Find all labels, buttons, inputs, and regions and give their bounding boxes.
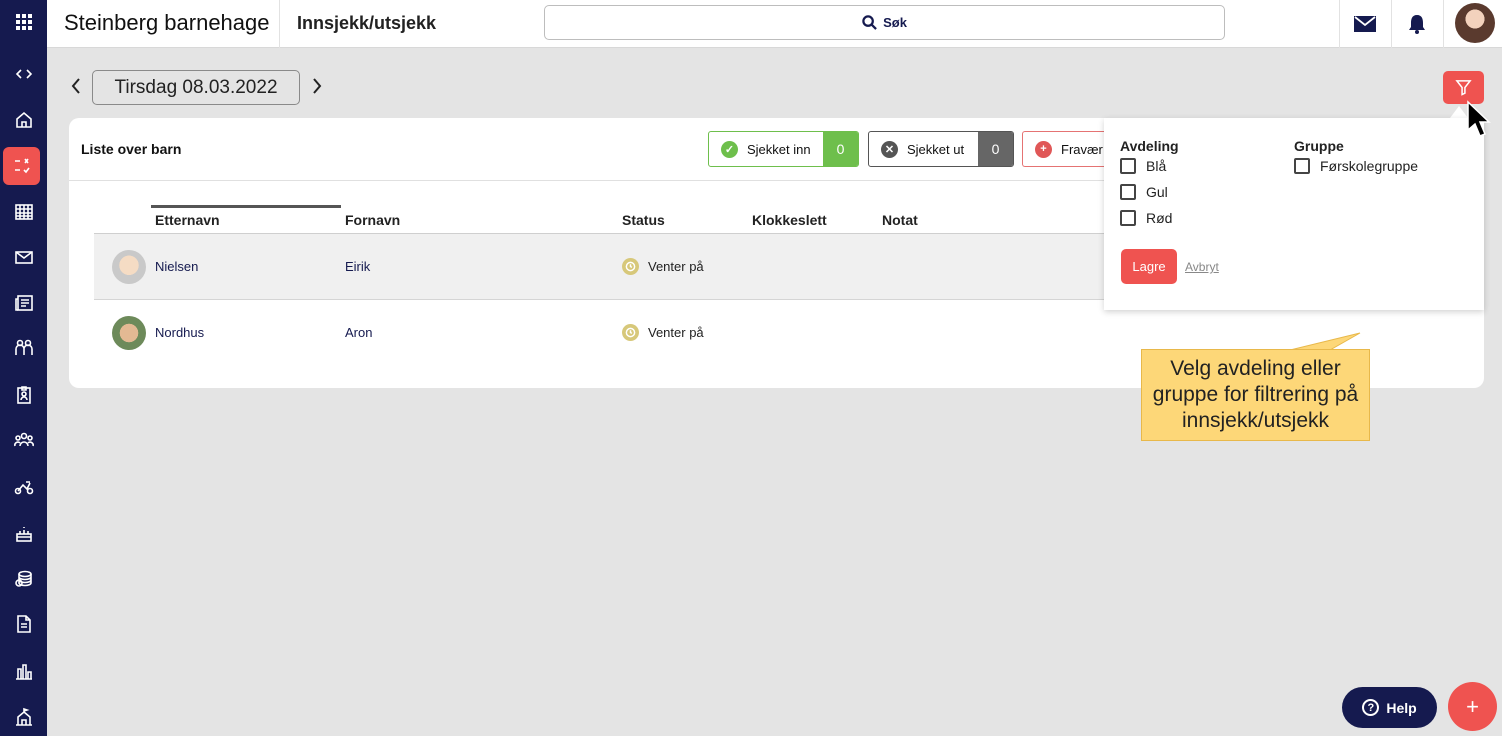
filter-icon — [1455, 80, 1472, 96]
column-header-status[interactable]: Status — [622, 212, 665, 228]
absent-filter[interactable]: + Fravær — [1022, 131, 1112, 167]
cancel-link[interactable]: Avbryt — [1185, 260, 1219, 274]
org-name: Steinberg barnehage — [64, 10, 270, 35]
group-heading: Gruppe — [1294, 138, 1344, 154]
mail-icon[interactable] — [0, 240, 47, 274]
children-icon[interactable] — [0, 331, 47, 365]
last-name-cell: Nordhus — [155, 325, 205, 340]
chart-icon[interactable] — [0, 654, 47, 688]
column-header-last-name[interactable]: Etternavn — [155, 212, 220, 228]
checked-out-filter[interactable]: ✕ Sjekket ut 0 — [868, 131, 1014, 167]
activity-icon[interactable] — [0, 470, 47, 504]
building-icon[interactable] — [0, 700, 47, 734]
search-input[interactable]: Søk — [544, 5, 1225, 40]
clock-icon — [622, 324, 639, 341]
bell-icon[interactable] — [1405, 12, 1429, 36]
plus-circle-icon: + — [1035, 140, 1052, 158]
status-text: Venter på — [648, 259, 704, 274]
checkbox[interactable] — [1120, 158, 1136, 174]
column-header-time[interactable]: Klokkeslett — [752, 212, 827, 228]
card-title: Liste over barn — [81, 141, 182, 157]
checkbox[interactable] — [1120, 184, 1136, 200]
child-avatar — [112, 250, 146, 284]
department-option-blue[interactable]: Blå — [1120, 158, 1166, 174]
coins-icon[interactable] — [0, 562, 47, 596]
divider — [1339, 0, 1340, 48]
table-row[interactable]: Nielsen Eirik Venter på — [94, 234, 1134, 299]
calendar-icon[interactable] — [0, 195, 47, 229]
chevron-right-icon — [313, 78, 322, 94]
help-button[interactable]: ? Help — [1342, 687, 1437, 728]
divider — [1443, 0, 1444, 48]
top-bar: Steinberg barnehage Innsjekk/utsjekk Søk — [47, 0, 1502, 48]
first-name-cell: Aron — [345, 325, 373, 340]
add-button[interactable]: + — [1448, 682, 1497, 731]
first-name-cell: Eirik — [345, 259, 371, 274]
status-cell: Venter på — [622, 324, 704, 341]
chevron-left-icon — [71, 78, 80, 94]
cake-icon[interactable] — [0, 517, 47, 551]
badge-icon[interactable] — [0, 378, 47, 412]
next-day-button[interactable] — [307, 75, 327, 97]
home-icon[interactable] — [0, 103, 47, 137]
mail-icon[interactable] — [1353, 12, 1377, 36]
save-button[interactable]: Lagre — [1121, 249, 1177, 284]
column-header-note[interactable]: Notat — [882, 212, 918, 228]
check-circle-icon: ✓ — [721, 140, 738, 158]
department-heading: Avdeling — [1120, 138, 1179, 154]
absent-label: Fravær — [1061, 141, 1103, 157]
document-icon[interactable] — [0, 607, 47, 641]
status-text: Venter på — [648, 325, 704, 340]
divider — [1391, 0, 1392, 48]
help-label: Help — [1386, 699, 1417, 716]
divider — [279, 0, 280, 48]
previous-day-button[interactable] — [66, 75, 86, 97]
search-label: Søk — [883, 15, 907, 30]
question-icon: ? — [1362, 699, 1380, 716]
group-option-preschool[interactable]: Førskolegruppe — [1294, 158, 1418, 174]
department-option-red[interactable]: Rød — [1120, 210, 1172, 226]
expand-code-icon[interactable] — [0, 57, 47, 91]
checkbox[interactable] — [1120, 210, 1136, 226]
checkbox[interactable] — [1294, 158, 1310, 174]
department-option-yellow[interactable]: Gul — [1120, 184, 1168, 200]
filter-panel: Avdeling Blå Gul Rød Gruppe Førskolegrup… — [1104, 118, 1484, 310]
option-label: Rød — [1146, 210, 1173, 226]
checked-in-label: Sjekket inn — [747, 141, 811, 157]
date-picker[interactable]: Tirsdag 08.03.2022 — [92, 70, 300, 105]
checkin-icon[interactable] — [3, 147, 40, 185]
group-icon[interactable] — [0, 423, 47, 457]
user-avatar[interactable] — [1455, 3, 1495, 43]
sort-indicator — [151, 205, 341, 208]
search-icon — [862, 15, 877, 30]
tooltip-tail — [1290, 332, 1361, 351]
option-label: Blå — [1146, 158, 1167, 174]
help-tooltip: Velg avdeling eller gruppe for filtrerin… — [1141, 349, 1370, 441]
child-avatar — [112, 316, 146, 350]
news-icon[interactable] — [0, 286, 47, 320]
checked-out-label: Sjekket ut — [907, 141, 965, 157]
mouse-cursor-icon — [1467, 100, 1491, 137]
checked-in-filter[interactable]: ✓ Sjekket inn 0 — [708, 131, 859, 167]
last-name-cell: Nielsen — [155, 259, 199, 274]
option-label: Gul — [1146, 184, 1168, 200]
page-title: Innsjekk/utsjekk — [297, 13, 437, 33]
checked-in-count: 0 — [823, 132, 858, 166]
apps-grid-icon[interactable] — [0, 5, 47, 39]
clock-icon — [622, 258, 639, 275]
column-header-first-name[interactable]: Fornavn — [345, 212, 400, 228]
option-label: Førskolegruppe — [1320, 158, 1419, 174]
checked-out-count: 0 — [978, 132, 1013, 166]
sidebar — [0, 0, 47, 736]
table-row[interactable]: Nordhus Aron Venter på — [94, 300, 1134, 365]
status-cell: Venter på — [622, 258, 704, 275]
x-circle-icon: ✕ — [881, 140, 898, 158]
